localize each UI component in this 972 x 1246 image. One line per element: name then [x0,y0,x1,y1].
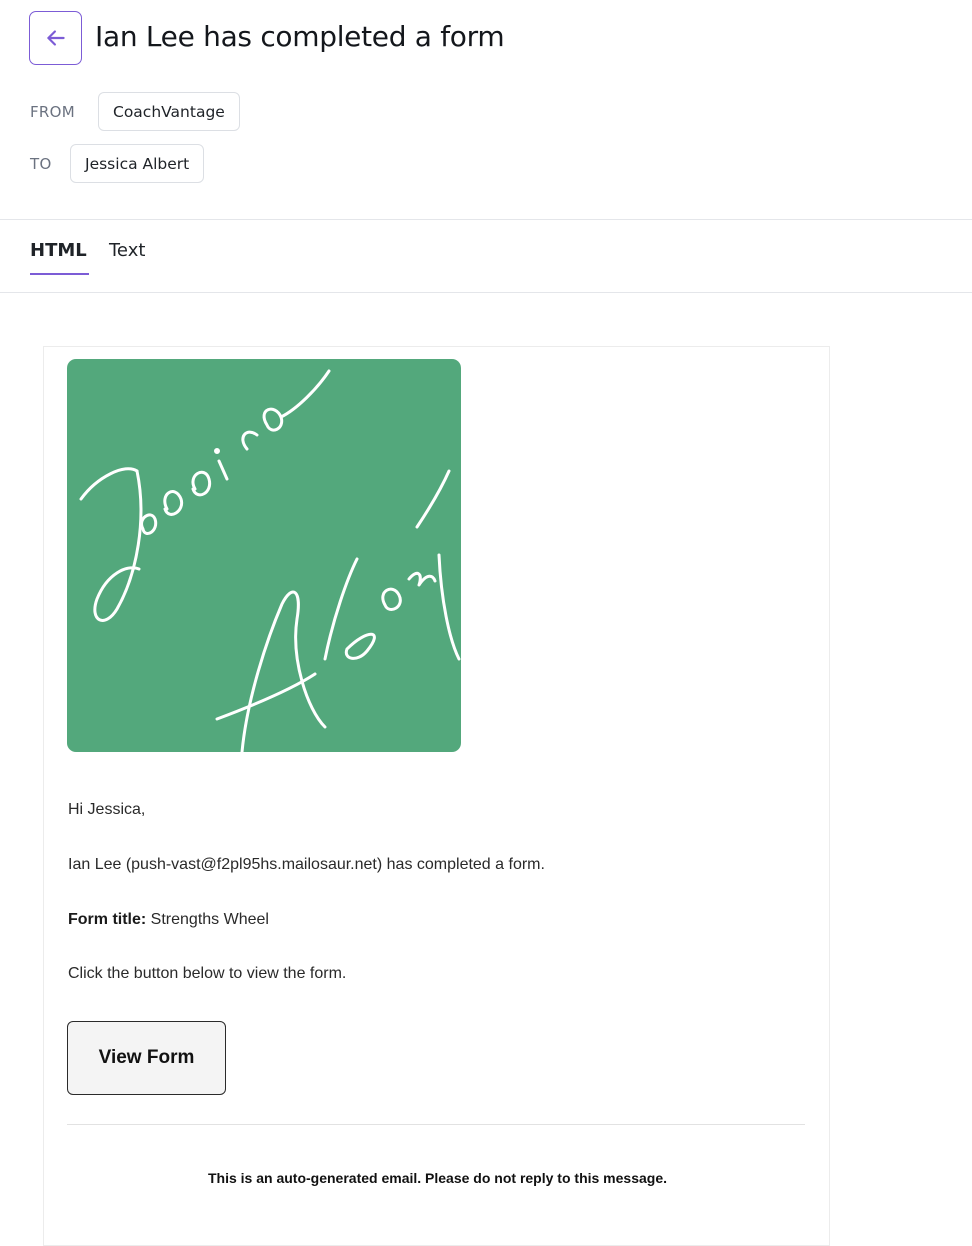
arrow-left-icon [46,30,65,46]
form-title-value: Strengths Wheel [150,911,269,928]
back-button[interactable] [29,11,82,65]
view-form-button[interactable]: View Form [67,1021,226,1095]
email-divider [67,1124,805,1125]
auto-generated-notice: This is an auto-generated email. Please … [207,1170,668,1186]
from-row: FROM CoachVantage [30,92,240,131]
from-label: FROM [30,102,75,121]
tab-text[interactable]: Text [109,240,145,273]
email-body-frame: Hi Jessica, Ian Lee (push-vast@f2pl95hs.… [43,346,830,1246]
from-chip[interactable]: CoachVantage [98,92,240,131]
email-header: Ian Lee has completed a form FROM CoachV… [0,0,972,219]
form-title-label: Form title: [68,911,147,928]
form-title-line: Form title: Strengths Wheel [68,911,269,929]
email-subject: Ian Lee has completed a form [95,20,505,53]
to-chip[interactable]: Jessica Albert [70,144,205,183]
tabs-divider [0,292,972,293]
to-row: TO Jessica Albert [30,144,205,183]
instruction-text: Click the button below to view the form. [68,965,347,982]
completion-message: Ian Lee (push-vast@f2pl95hs.mailosaur.ne… [68,856,545,873]
signature-logo-image [67,359,461,752]
view-tabs: HTML Text [0,220,972,292]
tab-html[interactable]: HTML [30,240,89,275]
greeting-text: Hi Jessica, [68,801,146,818]
to-label: TO [30,154,52,173]
